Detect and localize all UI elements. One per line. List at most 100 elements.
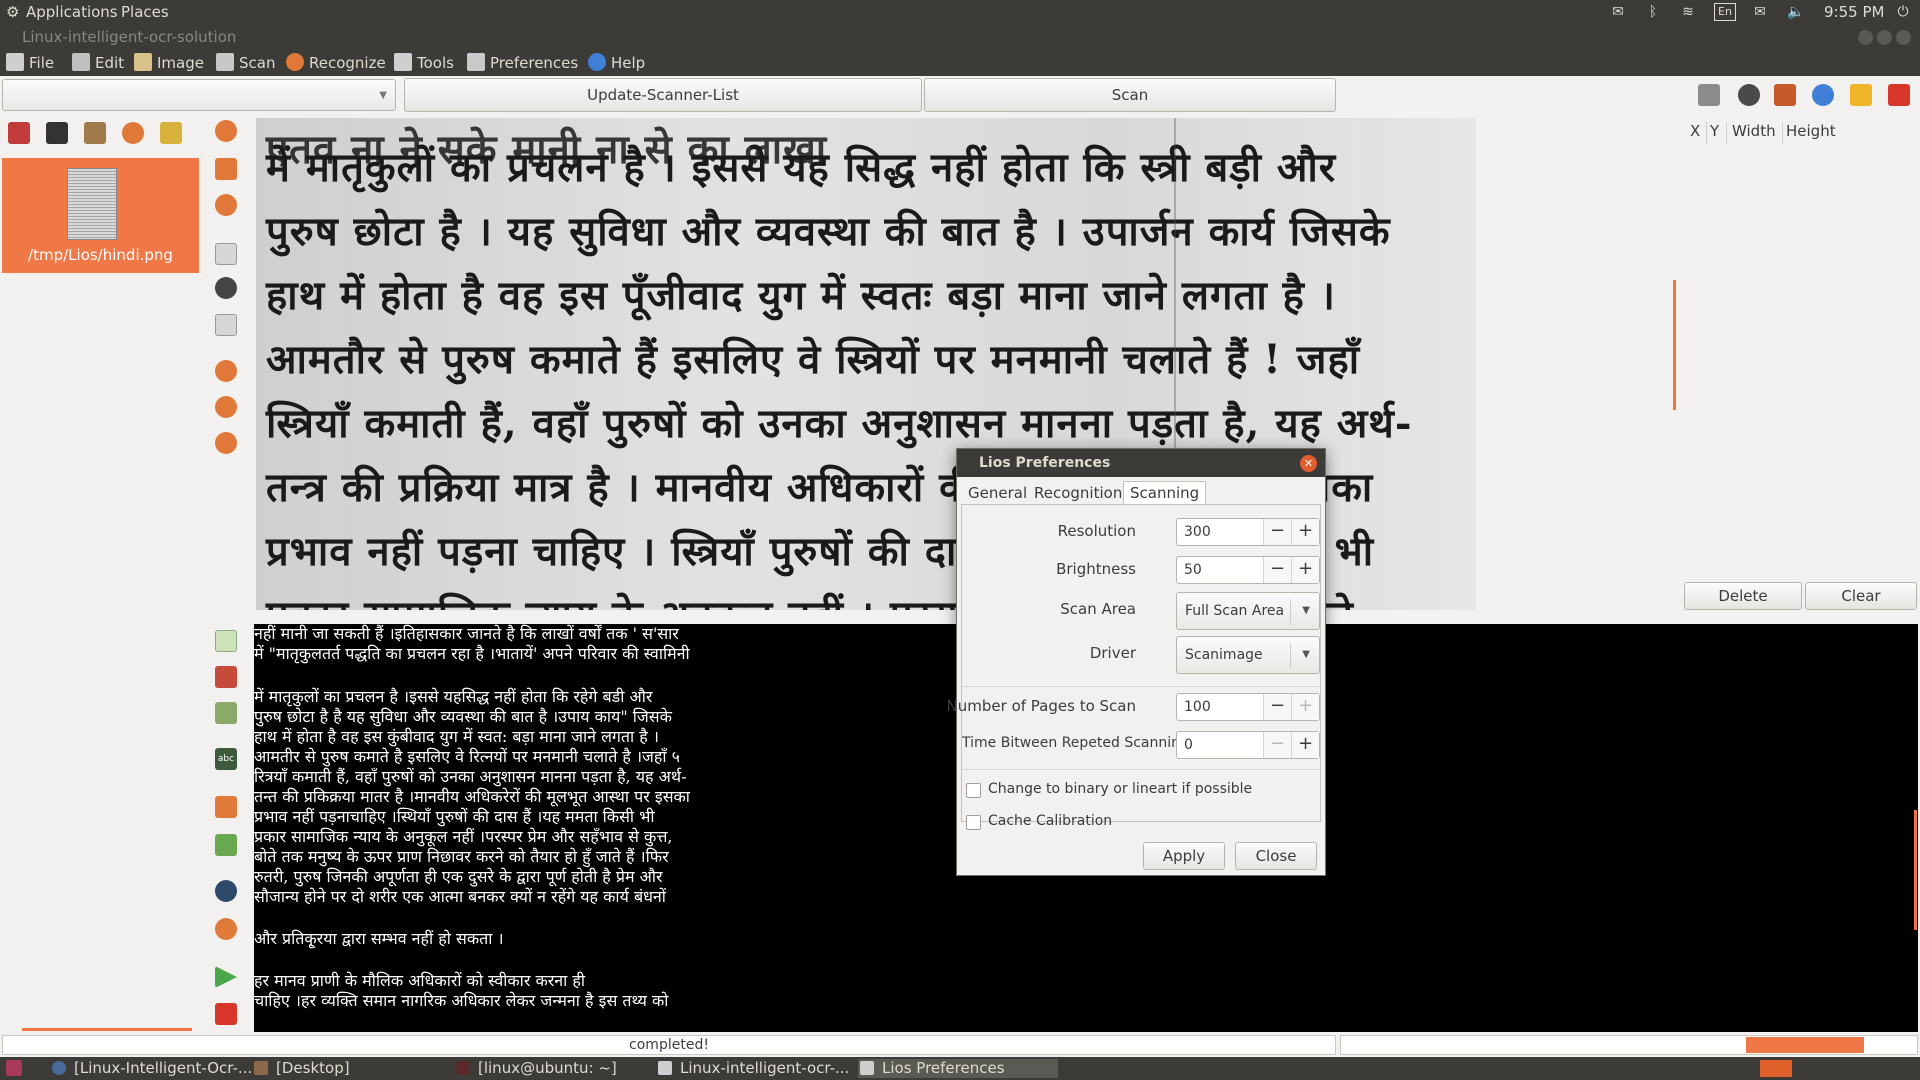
quit-icon[interactable] [1888, 84, 1910, 106]
menu-file[interactable]: File [6, 53, 54, 73]
flip-icon[interactable] [215, 158, 237, 180]
close-window-button[interactable] [1896, 30, 1911, 45]
column-x[interactable]: X [1690, 122, 1700, 140]
minus-icon[interactable]: − [1263, 732, 1291, 758]
left-scrollbar[interactable] [22, 1028, 192, 1031]
applications-menu[interactable]: Applications [26, 3, 118, 21]
text-vertical-scrollbar[interactable] [1914, 810, 1917, 930]
binary-checkbox[interactable] [966, 783, 981, 798]
workspace-switcher[interactable] [1760, 1059, 1800, 1078]
new-document-icon[interactable] [215, 630, 237, 652]
minus-icon[interactable]: − [1263, 694, 1291, 720]
tab-scanning[interactable]: Scanning [1123, 481, 1207, 505]
menu-scan[interactable]: Scan [216, 53, 275, 73]
star-icon[interactable] [1850, 84, 1872, 106]
spell-check-icon[interactable]: abc [215, 748, 237, 770]
find-replace-icon[interactable] [215, 918, 237, 940]
plus-icon[interactable]: + [1291, 519, 1319, 545]
plus-icon[interactable]: + [1291, 732, 1319, 758]
time-between-spinbox[interactable]: 0 − + [1176, 731, 1320, 759]
driver-dropdown[interactable]: Scanimage ▼ [1176, 636, 1320, 674]
task-terminal[interactable]: [linux@ubuntu: ~] [454, 1059, 617, 1078]
ubuntu-logo-icon[interactable]: ⚙ [6, 3, 19, 21]
mail-indicator-icon[interactable]: ✉ [1608, 3, 1628, 21]
open-image-icon[interactable] [8, 122, 30, 144]
keyboard-layout-indicator[interactable]: En [1714, 3, 1736, 21]
dialog-close-icon[interactable]: ✕ [1300, 455, 1317, 472]
binary-checkbox-label[interactable]: Change to binary or lineart if possible [988, 781, 1252, 797]
redo-icon[interactable] [215, 834, 237, 856]
brightness-spinbox[interactable]: 50 − + [1176, 556, 1320, 584]
maximize-button[interactable] [1877, 30, 1892, 45]
cache-calibration-checkbox[interactable] [966, 815, 981, 830]
play-icon[interactable] [215, 966, 237, 988]
column-width[interactable]: Width [1732, 122, 1776, 140]
delete-region-button[interactable]: Delete [1684, 582, 1802, 610]
image-text-line: स्त्रियाँ कमाती हैं, वहाँ पुरुषों को उनक… [266, 400, 1413, 447]
column-y[interactable]: Y [1710, 122, 1719, 140]
menu-image[interactable]: Image [134, 53, 204, 73]
camera-icon[interactable] [1698, 84, 1720, 106]
menu-tools[interactable]: Tools [394, 53, 454, 73]
recognize-selection-icon[interactable] [215, 360, 237, 382]
image-list-item[interactable]: /tmp/Lios/hindi.png [2, 158, 199, 273]
recognize-all-icon[interactable] [122, 122, 144, 144]
open-folder-icon[interactable] [84, 122, 106, 144]
recognize-rotated-icon[interactable] [215, 432, 237, 454]
task-lios-preferences[interactable]: Lios Preferences [858, 1059, 1058, 1078]
clock[interactable]: 9:55 PM [1824, 3, 1884, 21]
minus-icon[interactable]: − [1263, 557, 1291, 583]
chevron-down-icon: ▼ [379, 90, 387, 101]
task-linux-intelligent-ocr[interactable]: [Linux-Intelligent-Ocr-... [50, 1059, 252, 1078]
menu-help[interactable]: Help [588, 53, 645, 73]
chevron-down-icon: ▼ [1302, 605, 1310, 616]
wifi-icon[interactable]: ≋ [1678, 3, 1698, 21]
screenshot-icon[interactable] [46, 122, 68, 144]
undo-icon[interactable] [215, 796, 237, 818]
power-icon[interactable]: ⏻ [1893, 3, 1913, 21]
messages-icon[interactable]: ✉ [1750, 3, 1770, 21]
clear-regions-button[interactable]: Clear [1805, 582, 1917, 610]
bluetooth-icon[interactable]: ᛒ [1643, 3, 1663, 21]
close-button[interactable]: Close [1235, 842, 1317, 870]
apply-button[interactable]: Apply [1143, 842, 1225, 870]
zoom-in-icon[interactable] [215, 277, 237, 299]
task-lios-window[interactable]: Linux-intelligent-ocr-... [656, 1059, 849, 1078]
scan-button[interactable]: Scan [924, 78, 1336, 112]
plus-icon[interactable]: + [1291, 694, 1319, 720]
image-vertical-scrollbar[interactable] [1673, 280, 1676, 410]
places-menu[interactable]: Places [121, 3, 169, 21]
resolution-spinbox[interactable]: 300 − + [1176, 518, 1320, 546]
tab-general[interactable]: General [961, 481, 1034, 505]
task-desktop[interactable]: [Desktop] [252, 1059, 350, 1078]
rotate-left-icon[interactable] [215, 194, 237, 216]
recognize-page-icon[interactable] [215, 396, 237, 418]
tab-recognition[interactable]: Recognition [1027, 481, 1129, 505]
pages-spinbox[interactable]: 100 − + [1176, 693, 1320, 721]
column-height[interactable]: Height [1786, 122, 1836, 140]
find-icon[interactable] [215, 880, 237, 902]
rotate-right-icon[interactable] [215, 120, 237, 142]
cache-calibration-label[interactable]: Cache Calibration [988, 813, 1112, 829]
menu-edit[interactable]: Edit [72, 53, 124, 73]
minus-icon[interactable]: − [1263, 519, 1291, 545]
save-document-icon[interactable] [215, 702, 237, 724]
minimize-button[interactable] [1858, 30, 1873, 45]
clean-icon[interactable] [160, 122, 182, 144]
app-icon [52, 1061, 66, 1075]
update-scanner-list-button[interactable]: Update-Scanner-List [404, 78, 922, 112]
zoom-fit-icon[interactable] [215, 243, 237, 265]
help-icon[interactable] [1812, 84, 1834, 106]
open-document-icon[interactable] [215, 666, 237, 688]
scanner-combo[interactable]: ▼ [2, 79, 396, 111]
zoom-out-icon[interactable] [215, 314, 237, 336]
volume-icon[interactable]: 🔈 [1786, 3, 1806, 21]
show-desktop-button[interactable] [6, 1059, 22, 1078]
menu-preferences[interactable]: Preferences [467, 53, 578, 73]
stop-icon[interactable] [215, 1003, 237, 1025]
webcam-icon[interactable] [1738, 84, 1760, 106]
plus-icon[interactable]: + [1291, 557, 1319, 583]
scan-area-dropdown[interactable]: Full Scan Area ▼ [1176, 592, 1320, 630]
tools-icon[interactable] [1774, 84, 1796, 106]
menu-recognize[interactable]: Recognize [286, 53, 386, 73]
